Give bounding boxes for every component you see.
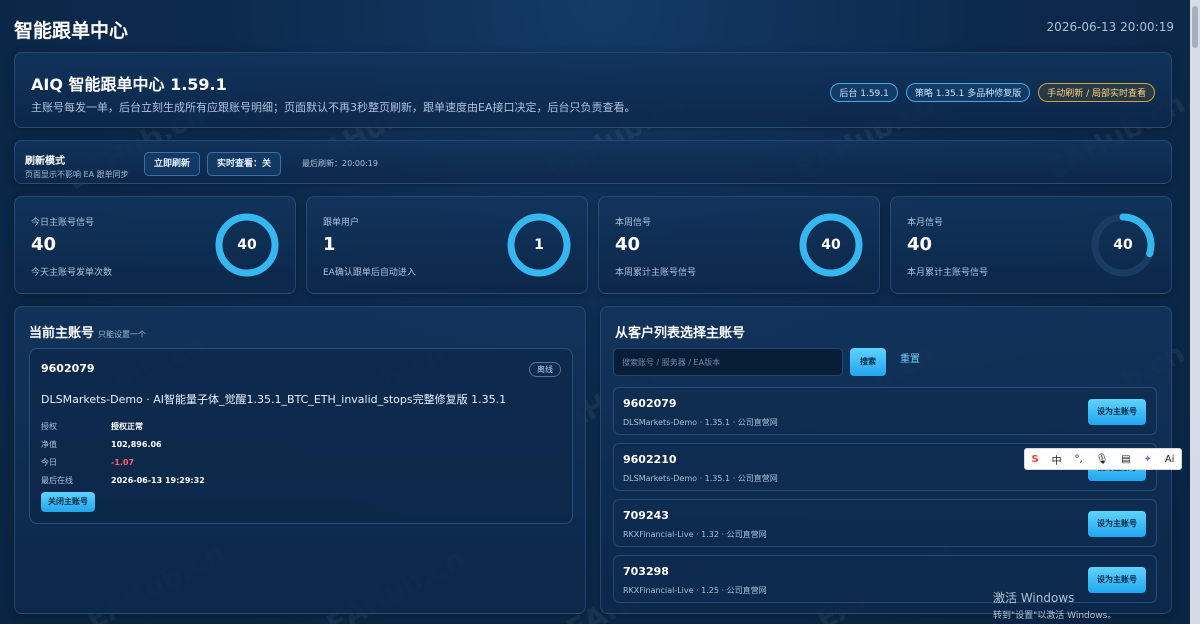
sogou-logo-icon[interactable]: S (1031, 454, 1038, 465)
current-account-hint: 只能设置一个 (98, 330, 147, 339)
refresh-mode-title: 刷新模式 (25, 156, 65, 167)
client-account-id: 703298 (623, 565, 669, 578)
header-card: AIQ 智能跟单中心 1.59.1 主账号每发一单，后台立刻生成所有应跟账号明细… (14, 52, 1172, 128)
current-account-card: 9602079 离线 DLSMarkets-Demo · AI智能量子体_觉醒1… (29, 348, 573, 524)
stat-value: 40 (615, 234, 641, 255)
search-input[interactable] (613, 348, 843, 376)
stat-value: 40 (31, 234, 57, 255)
ime-ai-button[interactable]: Ai (1165, 454, 1175, 465)
ring-value: 40 (237, 237, 257, 253)
stat-value: 40 (907, 234, 933, 255)
client-row[interactable]: 709243 RKXFinancial-Live · 1.32 · 公司直营网 … (613, 499, 1157, 547)
current-datetime: 2026-06-13 20:00:19 (1046, 20, 1174, 34)
refresh-mode-badge: 手动刷新 / 局部实时查看 (1038, 83, 1155, 102)
last-refresh-time: 最后刷新：20:00:19 (302, 159, 378, 168)
stat-label: 跟单用户 (323, 218, 360, 228)
field-key: 授权 (41, 421, 57, 431)
account-id: 9602079 (41, 362, 95, 375)
client-account-id: 9602079 (623, 397, 677, 410)
stat-card-today-signals: 今日主账号信号 40 今天主账号发单次数 40 (14, 196, 296, 294)
stat-label: 本周信号 (615, 218, 652, 228)
hero-title: AIQ 智能跟单中心 1.59.1 (31, 75, 227, 94)
activation-subtitle: 转到"设置"以激活 Windows。 (993, 611, 1117, 621)
ime-toolbar[interactable]: S 中 °, 🎙 ▤ ✦ Ai (1024, 448, 1182, 470)
refresh-mode-subtitle: 页面显示不影响 EA 跟单同步 (25, 170, 129, 179)
stat-note: 本周累计主账号信号 (615, 268, 697, 278)
account-fields: 授权 授权正常 净值 102,896.06 今日 -1.07 最后在线 2026… (41, 417, 205, 489)
stat-label: 今日主账号信号 (31, 218, 95, 228)
stat-card-followers: 跟单用户 1 EA确认跟单后自动进入 1 (306, 196, 588, 294)
refresh-mode-label: 刷新模式 页面显示不影响 EA 跟单同步 (25, 152, 129, 180)
stat-card-monthly-signals: 本月信号 40 本月累计主账号信号 40 (890, 196, 1172, 294)
app-title: 智能跟单中心 (14, 20, 129, 42)
client-meta: DLSMarkets-Demo · 1.35.1 · 公司直营网 (623, 418, 778, 427)
refresh-bar: 刷新模式 页面显示不影响 EA 跟单同步 立即刷新 实时查看：关 最后刷新：20… (14, 140, 1172, 184)
close-main-account-button[interactable]: 关闭主账号 (41, 492, 95, 512)
keyboard-icon[interactable]: ▤ (1121, 454, 1130, 465)
windows-activation-notice: 激活 Windows 转到"设置"以激活 Windows。 (993, 589, 1116, 621)
field-row-equity: 净值 102,896.06 (41, 435, 205, 453)
refresh-now-button[interactable]: 立即刷新 (144, 152, 201, 176)
microphone-icon[interactable]: 🎙 (1096, 454, 1109, 465)
field-key: 净值 (41, 439, 57, 449)
field-row-today: 今日 -1.07 (41, 453, 205, 471)
ring-value: 40 (821, 237, 841, 253)
stat-value: 1 (323, 234, 336, 255)
ime-language-toggle[interactable]: 中 (1052, 452, 1062, 467)
client-meta: RKXFinancial-Live · 1.25 · 公司直营网 (623, 586, 767, 595)
activation-title: 激活 Windows (993, 591, 1075, 605)
field-value: 2026-06-13 19:29:32 (111, 475, 205, 485)
section-title: 当前主账号 只能设置一个 (29, 322, 146, 341)
ring-value: 1 (534, 237, 544, 253)
skin-icon[interactable]: ✦ (1144, 454, 1152, 465)
field-row-last-online: 最后在线 2026-06-13 19:29:32 (41, 471, 205, 489)
field-value: -1.07 (111, 457, 135, 467)
set-main-account-button[interactable]: 设为主账号 (1088, 511, 1146, 537)
scrollbar-thumb[interactable] (1192, 6, 1198, 48)
field-row-license: 授权 授权正常 (41, 417, 205, 435)
ring-value: 40 (1113, 237, 1133, 253)
page-scrollbar[interactable] (1190, 0, 1200, 624)
client-meta: DLSMarkets-Demo · 1.35.1 · 公司直营网 (623, 474, 778, 483)
field-key: 今日 (41, 457, 57, 467)
top-bar: 智能跟单中心 2026-06-13 20:00:19 (14, 14, 1174, 44)
reset-link[interactable]: 重置 (900, 350, 920, 365)
hero-description: 主账号每发一单，后台立刻生成所有应跟账号明细；页面默认不再3秒整页刷新，跟单速度… (31, 101, 636, 114)
stat-note: EA确认跟单后自动进入 (323, 268, 416, 278)
account-name: DLSMarkets-Demo · AI智能量子体_觉醒1.35.1_BTC_E… (41, 393, 507, 406)
field-value: 授权正常 (111, 421, 143, 431)
field-key: 最后在线 (41, 475, 73, 485)
realtime-toggle-button[interactable]: 实时查看：关 (207, 152, 282, 176)
backend-version-badge: 后台 1.59.1 (830, 83, 898, 102)
client-account-id: 9602210 (623, 453, 677, 466)
status-badge: 离线 (529, 362, 561, 377)
stat-note: 今天主账号发单次数 (31, 268, 113, 278)
field-value: 102,896.06 (111, 439, 162, 449)
client-list-title: 从客户列表选择主账号 (615, 326, 746, 341)
punctuation-icon[interactable]: °, (1074, 454, 1082, 465)
version-badges: 后台 1.59.1 策略 1.35.1 多品种修复版 手动刷新 / 局部实时查看 (830, 83, 1155, 102)
search-button[interactable]: 搜索 (850, 348, 886, 376)
stat-note: 本月累计主账号信号 (907, 268, 989, 278)
current-main-account-panel: 当前主账号 只能设置一个 9602079 离线 DLSMarkets-Demo ·… (14, 306, 586, 614)
strategy-version-badge: 策略 1.35.1 多品种修复版 (905, 83, 1031, 102)
client-account-id: 709243 (623, 509, 669, 522)
client-row[interactable]: 9602079 DLSMarkets-Demo · 1.35.1 · 公司直营网… (613, 387, 1157, 435)
stat-card-weekly-signals: 本周信号 40 本周累计主账号信号 40 (598, 196, 880, 294)
set-main-account-button[interactable]: 设为主账号 (1088, 399, 1146, 425)
stat-label: 本月信号 (907, 218, 944, 228)
client-meta: RKXFinancial-Live · 1.32 · 公司直营网 (623, 530, 767, 539)
current-account-title: 当前主账号 (29, 326, 95, 341)
